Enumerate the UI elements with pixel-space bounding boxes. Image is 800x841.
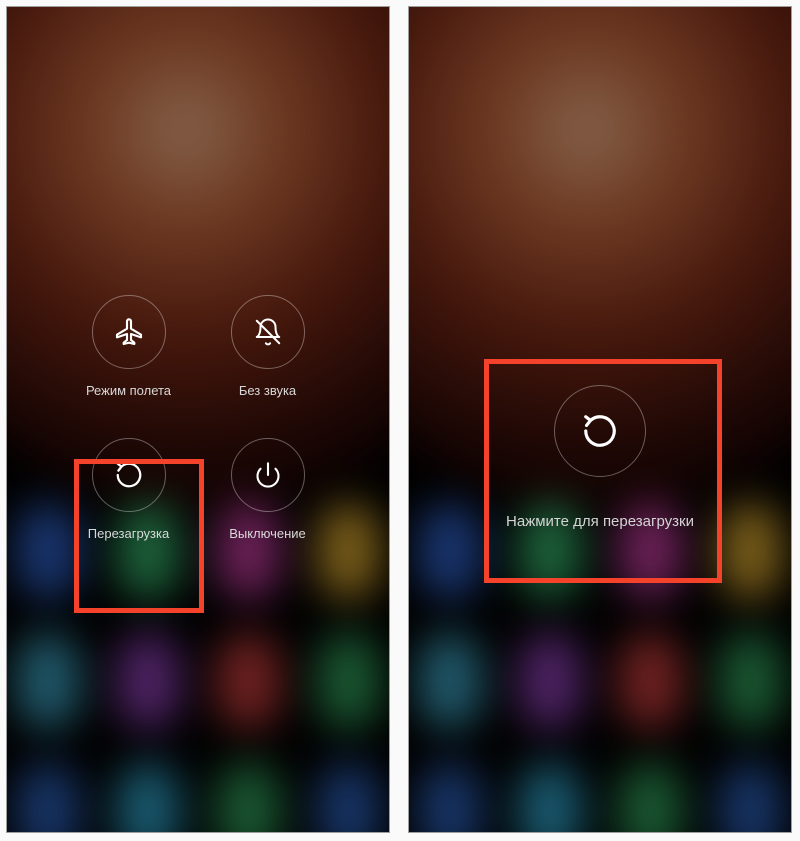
phone-screen-reboot-confirm: Нажмите для перезагрузки xyxy=(408,6,792,833)
reboot-icon xyxy=(92,438,166,512)
reboot-item[interactable]: Перезагрузка xyxy=(68,438,189,541)
silent-mode-item[interactable]: Без звука xyxy=(207,295,328,398)
power-icon xyxy=(231,438,305,512)
power-menu-grid: Режим полета Без звука xyxy=(68,295,328,541)
poweroff-item[interactable]: Выключение xyxy=(207,438,328,541)
reboot-confirm-label: Нажмите для перезагрузки xyxy=(506,513,694,530)
reboot-confirm-button[interactable] xyxy=(554,385,646,477)
reboot-icon xyxy=(581,412,619,450)
airplane-icon xyxy=(92,295,166,369)
bell-off-icon xyxy=(231,295,305,369)
airplane-mode-label: Режим полета xyxy=(86,383,171,398)
silent-mode-label: Без звука xyxy=(239,383,296,398)
poweroff-label: Выключение xyxy=(229,526,306,541)
reboot-label: Перезагрузка xyxy=(88,526,169,541)
reboot-confirm-wrap: Нажмите для перезагрузки xyxy=(470,385,730,530)
airplane-mode-item[interactable]: Режим полета xyxy=(68,295,189,398)
phone-screen-power-menu: Режим полета Без звука xyxy=(6,6,390,833)
